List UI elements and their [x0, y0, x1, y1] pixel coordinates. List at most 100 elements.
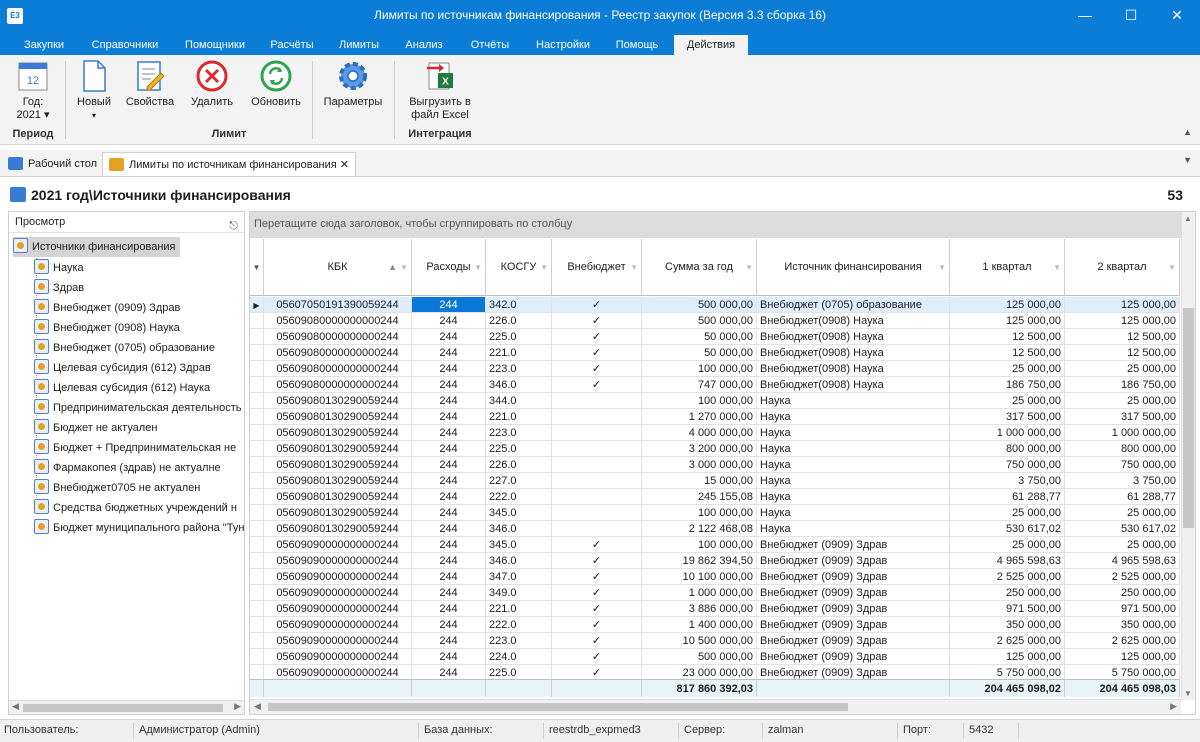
grid-cell[interactable]: 12 500,00 — [950, 329, 1065, 345]
grid-cell[interactable]: 05609090000000000244 — [264, 585, 412, 601]
grid-cell[interactable]: 12 500,00 — [950, 345, 1065, 361]
grid-cell[interactable]: 244 — [412, 393, 486, 409]
grid-cell[interactable]: 223.0 — [486, 633, 552, 649]
grid-cell[interactable]: 0560705019139005924​4 — [264, 297, 412, 313]
checkbox-cell[interactable] — [552, 505, 642, 521]
tree-item[interactable]: Предпринимательская деятельность — [34, 398, 241, 418]
grid-cell[interactable]: 244 — [412, 553, 486, 569]
minimize-button[interactable]: — — [1062, 0, 1108, 32]
checkbox-cell[interactable]: ✓ — [552, 649, 642, 665]
grid-cell[interactable]: 05609080000000000244 — [264, 361, 412, 377]
row-indicator[interactable] — [250, 521, 264, 537]
grid-cell[interactable]: Внебюджет (0909) Здрав — [757, 601, 950, 617]
column-header[interactable]: Внебюджет ▼ — [552, 239, 642, 296]
tree-item[interactable]: Целевая субсидия (612) Здрав — [34, 358, 211, 378]
grid-cell[interactable]: 221.0 — [486, 409, 552, 425]
grid-cell[interactable]: 350 000,00 — [950, 617, 1065, 633]
grid-cell[interactable]: Внебюджет (0705) образование — [757, 297, 950, 313]
grid-cell[interactable]: 800 000,00 — [1065, 441, 1180, 457]
grid-cell[interactable]: 4 000 000,00 — [642, 425, 757, 441]
menu-pomoshniki[interactable]: Помощники — [176, 35, 254, 55]
grid-cell[interactable]: 244 — [412, 649, 486, 665]
filter-icon[interactable]: ▼ — [1053, 239, 1061, 296]
filter-icon[interactable]: ▼ — [938, 239, 946, 296]
grid-cell[interactable]: 2 525 000,00 — [1065, 569, 1180, 585]
grid-cell[interactable]: 125 000,00 — [1065, 313, 1180, 329]
grid-cell[interactable]: 500 000,00 — [642, 313, 757, 329]
grid-cell[interactable]: 125 000,00 — [1065, 297, 1180, 313]
column-header[interactable]: 2 квартал ▼ — [1065, 239, 1180, 296]
grid-cell[interactable]: 225.0 — [486, 329, 552, 345]
grid-cell[interactable]: 05609090000000000244 — [264, 537, 412, 553]
row-indicator[interactable] — [250, 505, 264, 521]
checkbox-cell[interactable]: ✓ — [552, 329, 642, 345]
tree-item[interactable]: Внебюджет (0705) образование — [34, 338, 215, 358]
checkbox-cell[interactable]: ✓ — [552, 617, 642, 633]
grid-cell[interactable]: 346.0 — [486, 553, 552, 569]
grid-cell[interactable]: 3 750,00 — [1065, 473, 1180, 489]
grid-cell[interactable]: 223.0 — [486, 361, 552, 377]
grid-cell[interactable]: 25 000,00 — [1065, 361, 1180, 377]
grid-cell[interactable]: 244 — [412, 329, 486, 345]
grid-cell[interactable]: 244 — [412, 617, 486, 633]
grid-cell[interactable]: 244 — [412, 297, 486, 313]
grid-cell[interactable]: 3 000 000,00 — [642, 457, 757, 473]
grid-cell[interactable]: 2 122 468,08 — [642, 521, 757, 537]
grid-cell[interactable]: 19 862 394,50 — [642, 553, 757, 569]
menu-spravochniki[interactable]: Справочники — [82, 35, 168, 55]
grid-cell[interactable]: 125 000,00 — [1065, 649, 1180, 665]
horizontal-scroll-thumb[interactable] — [268, 703, 848, 711]
grid-cell[interactable]: 25 000,00 — [950, 361, 1065, 377]
grid-cell[interactable]: 2 525 000,00 — [950, 569, 1065, 585]
grid-cell[interactable]: Внебюджет(0908) Наука — [757, 313, 950, 329]
export-excel-button[interactable]: X Выгрузить в файл Excel — [402, 59, 478, 122]
year-selector[interactable]: 12 Год: 2021 ▾ — [8, 59, 58, 122]
grid-cell[interactable]: 244 — [412, 585, 486, 601]
grid-cell[interactable]: Наука — [757, 473, 950, 489]
delete-button[interactable]: Удалить — [186, 59, 238, 109]
grid-cell[interactable]: 221.0 — [486, 345, 552, 361]
menu-limity[interactable]: Лимиты — [330, 35, 388, 55]
grid-cell[interactable]: 186 750,00 — [950, 377, 1065, 393]
tree-root[interactable]: Источники финансирования — [13, 237, 180, 257]
grid-cell[interactable]: 05609080130290059244 — [264, 473, 412, 489]
row-indicator[interactable] — [250, 633, 264, 649]
grid-cell[interactable]: 125 000,00 — [950, 297, 1065, 313]
grid-cell[interactable]: 244 — [412, 457, 486, 473]
checkbox-cell[interactable]: ✓ — [552, 537, 642, 553]
tree-item[interactable]: Целевая субсидия (612) Наука — [34, 378, 210, 398]
grid-cell[interactable]: 125 000,00 — [950, 313, 1065, 329]
vertical-scroll-thumb[interactable] — [1183, 308, 1194, 528]
grid-cell[interactable]: 344.0 — [486, 393, 552, 409]
grid-cell[interactable]: 530 617,02 — [1065, 521, 1180, 537]
grid-cell[interactable]: 50 000,00 — [642, 345, 757, 361]
filter-icon[interactable]: ▼ — [540, 239, 548, 296]
grid-cell[interactable]: 250 000,00 — [1065, 585, 1180, 601]
grid-cell[interactable]: 747 000,00 — [642, 377, 757, 393]
grid-cell[interactable]: 2 625 000,00 — [1065, 633, 1180, 649]
grid-cell[interactable]: 317 500,00 — [1065, 409, 1180, 425]
column-header[interactable]: Сумма за год ▼ — [642, 239, 757, 296]
filter-icon[interactable]: ▼ — [474, 239, 482, 296]
grid-cell[interactable]: 1 000 000,00 — [950, 425, 1065, 441]
grid-cell[interactable]: 349.0 — [486, 585, 552, 601]
grid-cell[interactable]: 4 965 598,63 — [950, 553, 1065, 569]
grid-cell[interactable]: Наука — [757, 393, 950, 409]
grid-cell[interactable]: 05609080130290059244 — [264, 489, 412, 505]
filter-icon[interactable]: ▼ — [1168, 239, 1176, 296]
grid-cell[interactable]: 224.0 — [486, 649, 552, 665]
grid-cell[interactable]: 10 500 000,00 — [642, 633, 757, 649]
grid-cell[interactable]: 50 000,00 — [642, 329, 757, 345]
tree-horizontal-scrollbar[interactable]: ◀ ▶ — [9, 700, 244, 714]
grid-cell[interactable]: 222.0 — [486, 489, 552, 505]
grid-cell[interactable]: 244 — [412, 425, 486, 441]
menu-pomosh[interactable]: Помощь — [606, 35, 668, 55]
grid-cell[interactable]: 3 200 000,00 — [642, 441, 757, 457]
grid-cell[interactable]: 25 000,00 — [950, 393, 1065, 409]
row-indicator[interactable] — [250, 313, 264, 329]
grid-cell[interactable]: 226.0 — [486, 457, 552, 473]
grid-cell[interactable]: 05609090000000000244 — [264, 617, 412, 633]
checkbox-cell[interactable]: ✓ — [552, 633, 642, 649]
grid-cell[interactable]: Наука — [757, 505, 950, 521]
grid-cell[interactable]: 244 — [412, 441, 486, 457]
